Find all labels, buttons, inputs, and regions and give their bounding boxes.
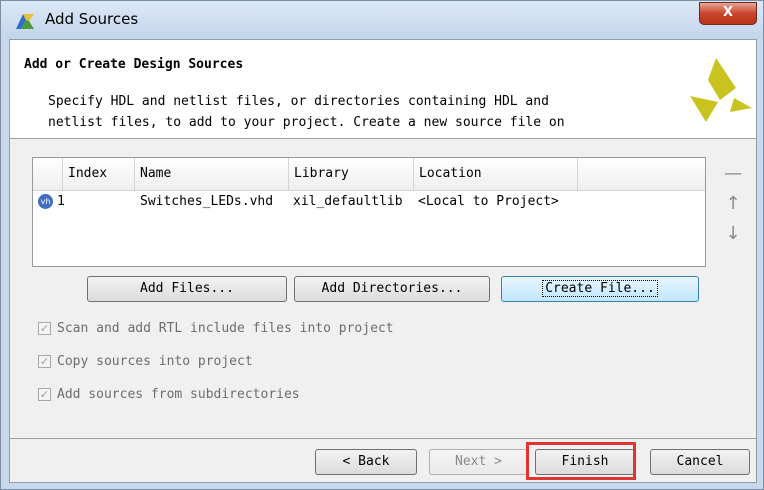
- header-blank: [33, 158, 63, 190]
- cell-index: 1: [57, 194, 65, 209]
- add-sources-dialog: Add Sources X Add or Create Design Sourc…: [0, 0, 764, 490]
- close-button[interactable]: X: [699, 2, 757, 25]
- vhdl-file-icon: vh: [38, 194, 53, 209]
- cancel-button[interactable]: Cancel: [650, 449, 750, 475]
- add-files-button[interactable]: Add Files...: [87, 276, 287, 302]
- table-row[interactable]: vh 1 Switches_LEDs.vhd xil_defaultlib <L…: [33, 191, 705, 213]
- back-button[interactable]: < Back: [315, 449, 417, 475]
- create-file-label: Create File...: [542, 280, 658, 297]
- page-description: Specify HDL and netlist files, or direct…: [48, 94, 565, 130]
- label-scan-rtl-include: Scan and add RTL include files into proj…: [57, 321, 394, 336]
- page-title: Add or Create Design Sources: [24, 57, 244, 72]
- move-down-icon[interactable]: ↓: [722, 224, 744, 244]
- label-add-subdirectories: Add sources from subdirectories: [57, 387, 300, 402]
- wizard-header: Add or Create Design Sources Specify HDL…: [10, 40, 756, 139]
- checkbox-add-subdirectories[interactable]: ✓: [38, 388, 51, 401]
- footer-divider: [10, 438, 756, 439]
- cell-location: <Local to Project>: [418, 194, 559, 209]
- next-label: Next >: [455, 454, 502, 469]
- add-directories-label: Add Directories...: [321, 281, 463, 296]
- checkbox-copy-sources[interactable]: ✓: [38, 355, 51, 368]
- back-label: < Back: [342, 454, 390, 469]
- checkbox-scan-rtl-include[interactable]: ✓: [38, 322, 51, 335]
- create-file-button[interactable]: Create File...: [501, 276, 699, 302]
- add-sources-icon: [16, 14, 34, 29]
- table-header: Index Name Library Location: [33, 158, 705, 191]
- label-copy-sources: Copy sources into project: [57, 354, 253, 369]
- column-header-name[interactable]: Name: [135, 158, 289, 190]
- remove-icon[interactable]: —: [722, 164, 744, 184]
- window-title: Add Sources: [45, 10, 139, 28]
- vivado-logo-icon: [690, 58, 752, 122]
- title-bar[interactable]: Add Sources X: [1, 1, 763, 39]
- cancel-label: Cancel: [676, 454, 724, 469]
- cell-name: Switches_LEDs.vhd: [140, 194, 274, 209]
- dialog-body: Add or Create Design Sources Specify HDL…: [9, 39, 757, 483]
- move-up-icon[interactable]: ↑: [722, 194, 744, 214]
- column-header-location[interactable]: Location: [414, 158, 578, 190]
- column-header-library[interactable]: Library: [289, 158, 414, 190]
- column-header-index[interactable]: Index: [63, 158, 135, 190]
- next-button: Next >: [429, 449, 528, 475]
- add-directories-button[interactable]: Add Directories...: [294, 276, 490, 302]
- finish-highlight-box: [526, 442, 636, 480]
- sources-table[interactable]: Index Name Library Location vh 1 Switche…: [32, 157, 706, 267]
- close-icon: X: [722, 5, 734, 20]
- add-files-label: Add Files...: [140, 281, 234, 296]
- cell-library: xil_defaultlib: [293, 194, 403, 209]
